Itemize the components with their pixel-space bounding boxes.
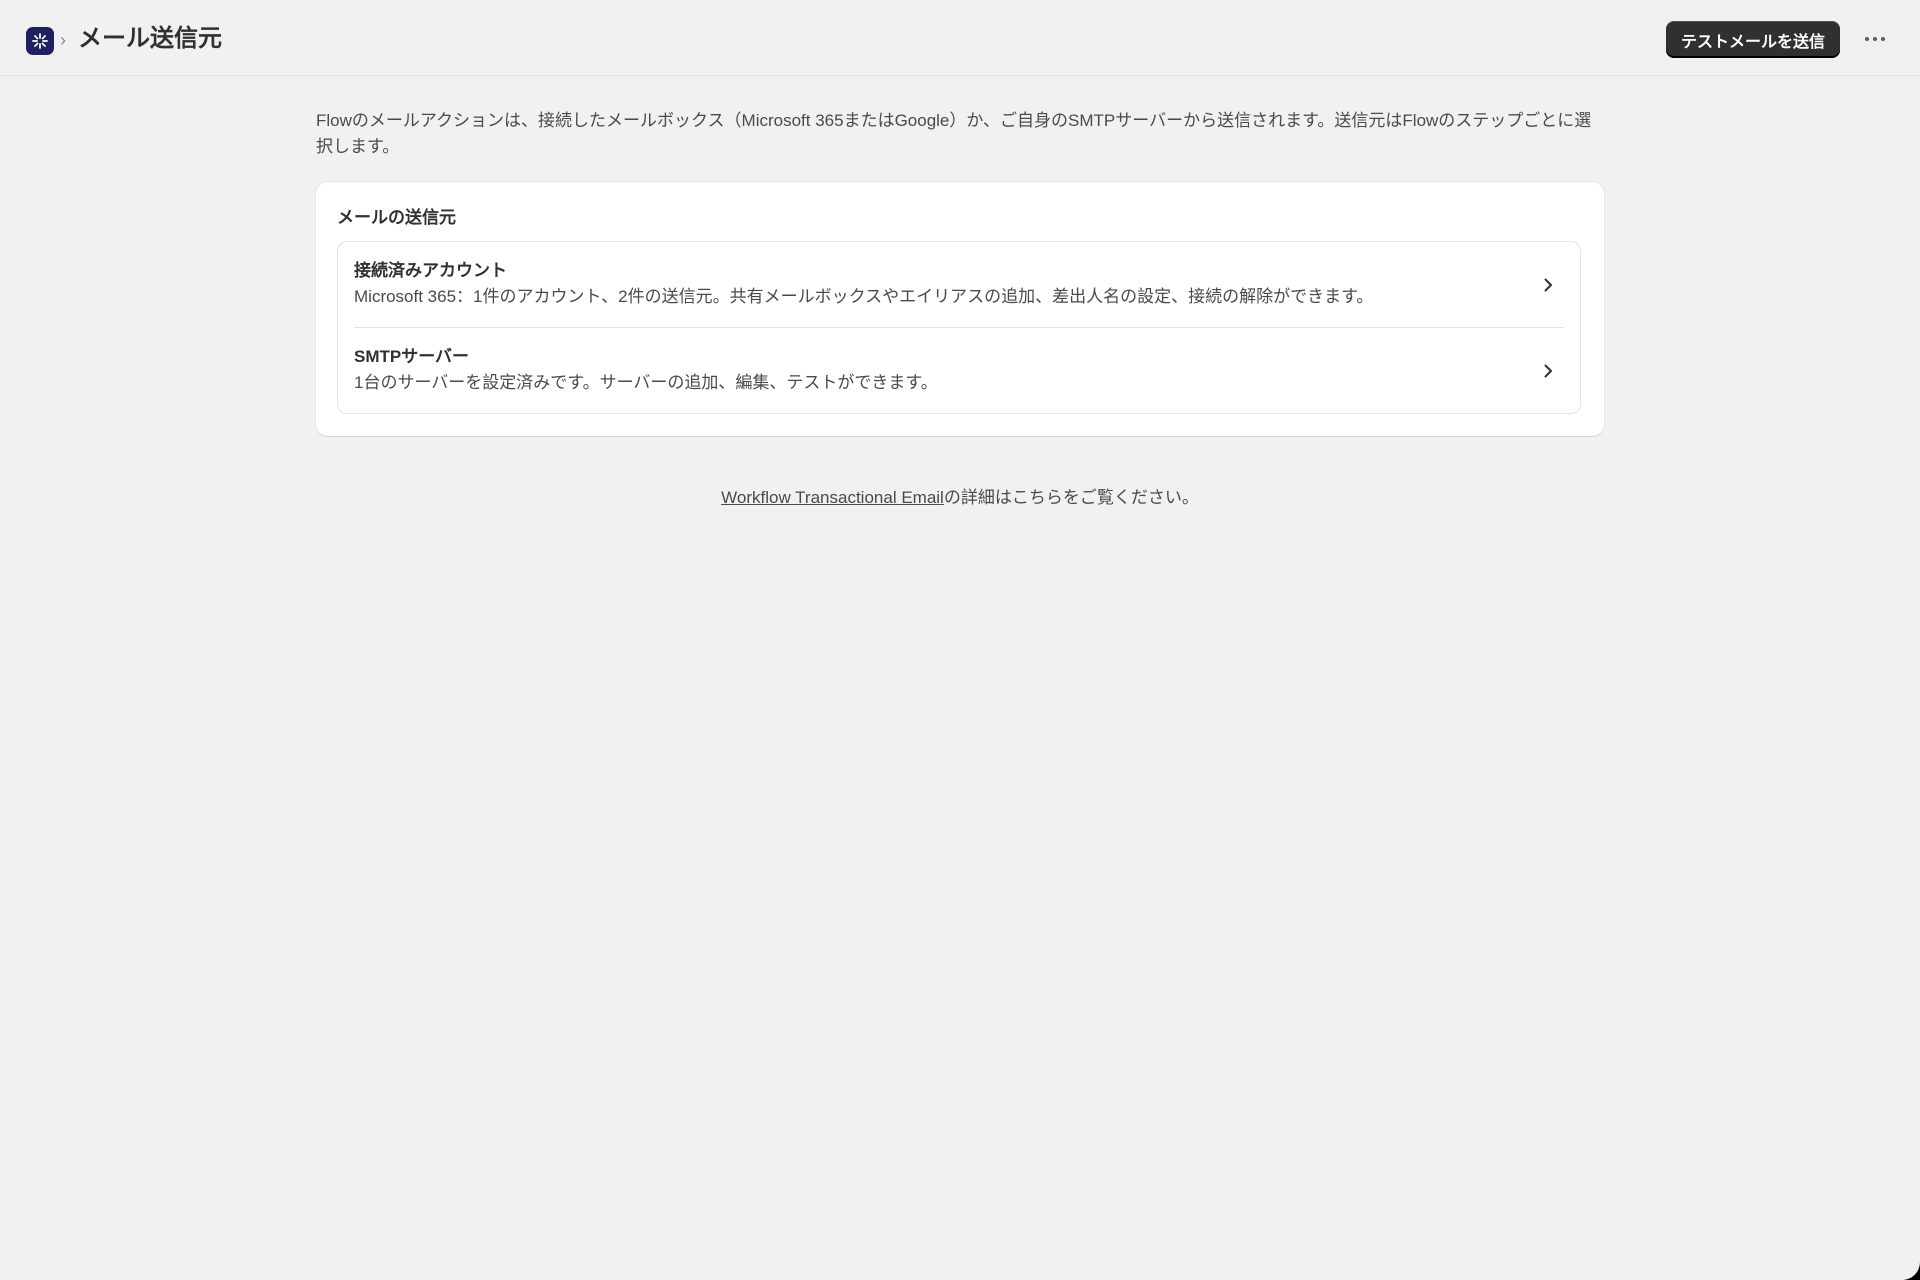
top-bar: › メール送信元 テストメールを送信 — [0, 0, 1920, 76]
page-title: メール送信元 — [78, 25, 222, 52]
more-horizontal-icon — [1865, 37, 1885, 41]
more-actions-button[interactable] — [1860, 24, 1890, 54]
connected-accounts-description: Microsoft 365：1件のアカウント、2件の送信元。共有メールボックスや… — [354, 287, 1374, 306]
learn-more-link[interactable]: Workflow Transactional Email — [721, 488, 944, 507]
chevron-right-icon — [1544, 278, 1552, 292]
flow-app-icon[interactable] — [26, 27, 54, 55]
email-sender-card: メールの送信元 接続済みアカウント Microsoft 365：1件のアカウント… — [316, 182, 1604, 436]
sender-options-list: 接続済みアカウント Microsoft 365：1件のアカウント、2件の送信元。… — [337, 241, 1581, 414]
breadcrumb-separator: › — [60, 30, 66, 50]
smtp-server-title: SMTPサーバー — [354, 347, 470, 366]
connected-accounts-item[interactable]: 接続済みアカウント Microsoft 365：1件のアカウント、2件の送信元。… — [354, 242, 1564, 328]
app-window: › メール送信元 テストメールを送信 Flowのメールアクションは、接続したメー… — [0, 0, 1920, 1280]
smtp-server-item[interactable]: SMTPサーバー 1台のサーバーを設定済みです。サーバーの追加、編集、テストがで… — [354, 328, 1564, 414]
flow-logo-icon — [32, 33, 48, 49]
chevron-right-icon — [1544, 364, 1552, 378]
connected-accounts-title: 接続済みアカウント — [354, 261, 507, 280]
send-test-email-button[interactable]: テストメールを送信 — [1666, 21, 1840, 58]
smtp-server-description: 1台のサーバーを設定済みです。サーバーの追加、編集、テストができます。 — [354, 373, 938, 392]
footer-note: Workflow Transactional Emailの詳細はこちらをご覧くだ… — [316, 486, 1604, 510]
intro-description: Flowのメールアクションは、接続したメールボックス（Microsoft 365… — [316, 111, 1592, 156]
footer-suffix: の詳細はこちらをご覧ください。 — [943, 488, 1199, 507]
card-title: メールの送信元 — [337, 208, 456, 227]
